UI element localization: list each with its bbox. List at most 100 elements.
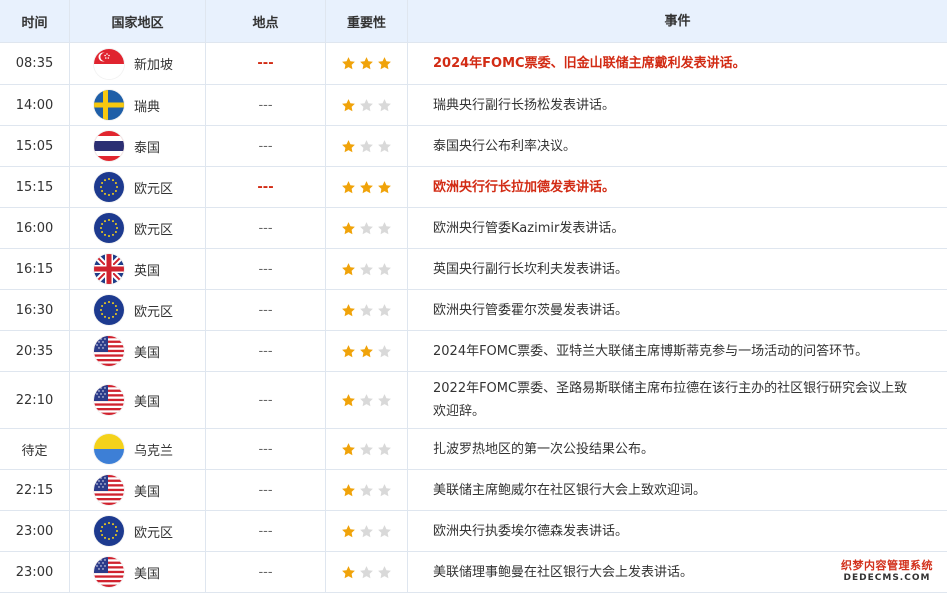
country-name: 欧元区 (134, 525, 174, 541)
event-description: 欧洲央行管委Kazimir发表讲话。 (433, 220, 625, 236)
event-time: 16:00 (0, 208, 70, 248)
country-cell: 美国 (70, 470, 206, 510)
star-empty-icon (377, 483, 392, 498)
header-event: 事件 (664, 13, 691, 29)
event-time: 待定 (0, 429, 70, 469)
ukraine-flag-icon (94, 434, 124, 464)
event-time: 20:35 (0, 331, 70, 371)
place-cell: --- (206, 249, 326, 289)
country-name: 美国 (134, 566, 161, 582)
header-place: 地点 (206, 0, 326, 42)
usa-flag-icon (94, 557, 124, 587)
importance-rating (326, 470, 408, 510)
star-filled-icon (341, 442, 356, 457)
star-empty-icon (377, 262, 392, 277)
importance-rating (326, 208, 408, 248)
star-filled-icon (341, 139, 356, 154)
event-time: 16:30 (0, 290, 70, 330)
country-name: 乌克兰 (134, 443, 174, 459)
star-empty-icon (359, 483, 374, 498)
event-time: 15:05 (0, 126, 70, 166)
place-cell: --- (206, 372, 326, 428)
place-cell: --- (206, 43, 326, 84)
table-row: 22:10 美国 --- 2022年FOMC票委、圣路易斯联储主席布拉德在该行主办的社… (0, 372, 947, 429)
place-text: --- (258, 564, 273, 580)
place-text: --- (258, 138, 273, 154)
country-name: 瑞典 (134, 99, 161, 115)
uk-flag-icon (94, 254, 124, 284)
star-filled-icon (377, 56, 392, 71)
table-body: 08:35 新加坡 --- 2024年FOMC票委、旧金山联储主席戴利发表讲话。 14:… (0, 43, 947, 593)
table-row: 08:35 新加坡 --- 2024年FOMC票委、旧金山联储主席戴利发表讲话。 (0, 43, 947, 85)
country-cell: 欧元区 (70, 167, 206, 207)
table-row: 16:30 欧元区 --- 欧洲央行管委霍尔茨曼发表讲话。 (0, 290, 947, 331)
event-description: 美联储理事鲍曼在社区银行大会上发表讲话。 (433, 564, 694, 580)
country-name: 欧元区 (134, 222, 174, 238)
star-empty-icon (359, 303, 374, 318)
calendar-table: 时间 国家地区 地点 重要性 事件 08:35 新加坡 --- 2024年FOMC票委… (0, 0, 947, 593)
star-filled-icon (341, 393, 356, 408)
event-cell: 2022年FOMC票委、圣路易斯联储主席布拉德在该行主办的社区银行研究会议上致欢… (408, 372, 947, 428)
star-empty-icon (359, 565, 374, 580)
place-text: --- (258, 523, 273, 539)
star-empty-icon (377, 98, 392, 113)
place-text: --- (258, 97, 273, 113)
country-cell: 新加坡 (70, 43, 206, 84)
place-cell: --- (206, 429, 326, 469)
table-row: 23:00 欧元区 --- 欧洲央行执委埃尔德森发表讲话。 (0, 511, 947, 552)
star-filled-icon (341, 524, 356, 539)
star-empty-icon (377, 303, 392, 318)
table-row: 16:00 欧元区 --- 欧洲央行管委Kazimir发表讲话。 (0, 208, 947, 249)
importance-rating (326, 249, 408, 289)
place-cell: --- (206, 290, 326, 330)
place-cell: --- (206, 126, 326, 166)
place-text: --- (258, 441, 273, 457)
star-empty-icon (359, 442, 374, 457)
event-cell: 瑞典央行副行长扬松发表讲话。 (408, 85, 947, 125)
event-cell: 美联储主席鲍威尔在社区银行大会上致欢迎词。 (408, 470, 947, 510)
star-filled-icon (341, 180, 356, 195)
table-row: 22:15 美国 --- 美联储主席鲍威尔在社区银行大会上致欢迎词。 (0, 470, 947, 511)
star-filled-icon (377, 180, 392, 195)
event-cell: 英国央行副行长坎利夫发表讲话。 (408, 249, 947, 289)
singapore-flag-icon (94, 48, 124, 79)
importance-rating (326, 167, 408, 207)
place-text: --- (258, 343, 273, 359)
country-cell: 美国 (70, 331, 206, 371)
usa-flag-icon (94, 385, 124, 415)
table-row: 15:05 泰国 --- 泰国央行公布利率决议。 (0, 126, 947, 167)
star-filled-icon (359, 344, 374, 359)
country-name: 美国 (134, 345, 161, 361)
country-cell: 英国 (70, 249, 206, 289)
place-cell: --- (206, 167, 326, 207)
event-cell: 扎波罗热地区的第一次公投结果公布。 (408, 429, 947, 469)
country-name: 欧元区 (134, 181, 174, 197)
place-text: --- (258, 482, 273, 498)
country-cell: 欧元区 (70, 511, 206, 551)
table-row: 14:00 瑞典 --- 瑞典央行副行长扬松发表讲话。 (0, 85, 947, 126)
place-text: --- (258, 261, 273, 277)
country-name: 英国 (134, 263, 161, 279)
sweden-flag-icon (94, 90, 124, 120)
event-time: 23:00 (0, 511, 70, 551)
watermark-logo: 织梦内容管理系统 DEDECMS.COM (837, 555, 937, 585)
table-row: 23:00 美国 --- 美联储理事鲍曼在社区银行大会上发表讲话。 (0, 552, 947, 593)
country-cell: 欧元区 (70, 208, 206, 248)
place-text: --- (257, 179, 274, 195)
star-filled-icon (359, 56, 374, 71)
event-description: 2024年FOMC票委、亚特兰大联储主席博斯蒂克参与一场活动的问答环节。 (433, 343, 869, 359)
star-empty-icon (377, 344, 392, 359)
country-name: 新加坡 (134, 58, 174, 73)
star-empty-icon (359, 221, 374, 236)
event-cell: 欧洲央行管委霍尔茨曼发表讲话。 (408, 290, 947, 330)
star-empty-icon (377, 221, 392, 236)
event-cell: 2024年FOMC票委、旧金山联储主席戴利发表讲话。 (408, 43, 947, 84)
star-filled-icon (341, 221, 356, 236)
star-empty-icon (359, 98, 374, 113)
importance-rating (326, 511, 408, 551)
event-description: 欧洲央行行长拉加德发表讲话。 (433, 179, 616, 195)
event-cell: 2024年FOMC票委、亚特兰大联储主席博斯蒂克参与一场活动的问答环节。 (408, 331, 947, 371)
event-description: 美联储主席鲍威尔在社区银行大会上致欢迎词。 (433, 482, 707, 498)
usa-flag-icon (94, 475, 124, 505)
table-header: 时间 国家地区 地点 重要性 事件 (0, 0, 947, 43)
